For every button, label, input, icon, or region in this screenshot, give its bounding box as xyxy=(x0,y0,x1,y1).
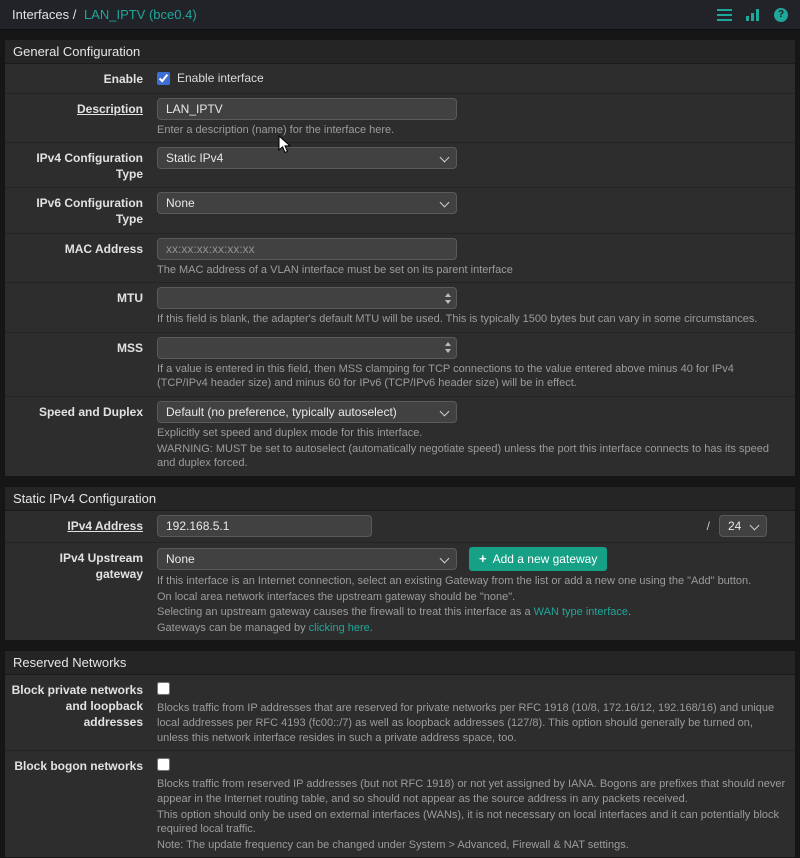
mss-label: MSS xyxy=(116,340,143,355)
gateway-help-4-text: Gateways can be managed by xyxy=(157,621,309,634)
block-private-checkbox[interactable] xyxy=(157,682,170,696)
mss-input[interactable] xyxy=(157,336,457,359)
row-ipv4-address: IPv4 Address / 24 xyxy=(5,511,795,543)
subnet-mask-select[interactable]: 24 xyxy=(719,514,767,537)
chevron-down-icon: None xyxy=(157,547,457,570)
number-stepper-icon[interactable] xyxy=(445,287,451,309)
description-label: Description xyxy=(76,101,143,116)
mac-address-input[interactable] xyxy=(157,237,457,260)
ipv6-type-select[interactable]: None xyxy=(157,192,457,215)
chevron-down-icon: None xyxy=(157,192,457,215)
ipv4-upstream-gateway-label: IPv4 Upstream gateway xyxy=(59,550,143,581)
wan-type-interface-link[interactable]: WAN type interface xyxy=(534,606,628,618)
number-stepper-icon[interactable] xyxy=(445,337,451,359)
add-gateway-button-label: Add a new gateway xyxy=(492,551,598,566)
mtu-label: MTU xyxy=(117,291,143,306)
block-bogon-help-1: Blocks traffic from reserved IP addresse… xyxy=(157,778,786,805)
gateway-help-2: On local area network interfaces the ups… xyxy=(157,590,516,603)
row-enable: Enable Enable interface xyxy=(5,64,795,94)
speed-duplex-warning: WARNING: MUST be set to autoselect (auto… xyxy=(157,442,770,470)
gateway-help-1: If this interface is an Internet connect… xyxy=(157,574,752,587)
block-private-label: Block private networks and loopback addr… xyxy=(11,683,143,729)
row-mtu: MTU If this field is blank, the adapter'… xyxy=(5,283,795,333)
gateway-help-4-period: . xyxy=(369,621,373,634)
enable-label: Enable xyxy=(103,72,143,86)
breadcrumb: Interfaces / LAN_IPTV (bce0.4) xyxy=(12,7,197,22)
row-ipv4-configuration-type: IPv4 Configuration Type Static IPv4 xyxy=(5,143,795,189)
mac-address-help: The MAC address of a VLAN interface must… xyxy=(157,263,513,276)
description-input[interactable] xyxy=(157,97,457,120)
chevron-down-icon: 24 xyxy=(719,514,767,537)
plus-icon: + xyxy=(479,551,487,567)
panel-reserved-title: Reserved Networks xyxy=(5,651,795,676)
block-bogon-help-3: Note: The update frequency can be change… xyxy=(157,838,629,851)
ipv4-address-label: IPv4 Address xyxy=(67,518,143,533)
breadcrumb-interfaces[interactable]: Interfaces / xyxy=(12,7,76,22)
block-bogon-label: Block bogon networks xyxy=(14,759,143,774)
gateway-help-3-text: Selecting an upstream gateway causes the… xyxy=(157,606,534,619)
help-icon[interactable]: ? xyxy=(774,7,788,22)
panel-static-ipv4-title: Static IPv4 Configuration xyxy=(5,486,795,511)
panel-general-configuration: General Configuration Enable Enable inte… xyxy=(4,39,796,477)
block-bogon-checkbox[interactable] xyxy=(157,758,170,772)
speed-duplex-help: Explicitly set speed and duplex mode for… xyxy=(157,427,423,440)
gateway-help-3: Selecting an upstream gateway causes the… xyxy=(157,605,787,620)
row-mss: MSS If a value is entered in this field,… xyxy=(5,333,795,398)
mtu-input[interactable] xyxy=(157,287,457,310)
row-ipv6-configuration-type: IPv6 Configuration Type None xyxy=(5,188,795,234)
page-content: General Configuration Enable Enable inte… xyxy=(0,30,800,858)
ipv4-type-select[interactable]: Static IPv4 xyxy=(157,147,457,170)
panel-reserved-networks: Reserved Networks Block private networks… xyxy=(4,650,796,858)
speed-duplex-label: Speed and Duplex xyxy=(38,405,143,420)
ipv4-address-input[interactable] xyxy=(157,514,372,537)
row-block-bogon-networks: Block bogon networks Blocks traffic from… xyxy=(5,751,795,857)
navbar-icons: ? xyxy=(717,7,788,22)
enable-interface-checkbox[interactable] xyxy=(157,71,170,85)
gateway-help-4: Gateways can be managed by clicking here… xyxy=(157,621,787,636)
chevron-down-icon: Static IPv4 xyxy=(157,147,457,170)
row-mac-address: MAC Address The MAC address of a VLAN in… xyxy=(5,234,795,284)
mss-help: If a value is entered in this field, the… xyxy=(157,362,734,390)
mtu-help: If this field is blank, the adapter's de… xyxy=(157,313,758,326)
block-private-help: Blocks traffic from IP addresses that ar… xyxy=(157,702,775,744)
row-ipv4-upstream-gateway: IPv4 Upstream gateway None + Add a new g… xyxy=(5,543,795,641)
gateway-help-3-period: . xyxy=(628,606,632,619)
enable-interface-checkbox-label: Enable interface xyxy=(177,71,264,85)
subnet-separator: / xyxy=(706,518,710,533)
gateways-clicking-here-link[interactable]: clicking here xyxy=(309,622,370,634)
chevron-down-icon: Default (no preference, typically autose… xyxy=(157,401,457,424)
ipv4-upstream-gateway-select[interactable]: None xyxy=(157,547,457,570)
breadcrumb-current-interface: LAN_IPTV (bce0.4) xyxy=(83,7,197,22)
speed-duplex-select[interactable]: Default (no preference, typically autose… xyxy=(157,401,457,424)
description-help: Enter a description (name) for the inter… xyxy=(157,123,395,136)
ipv4-type-label: IPv4 Configuration Type xyxy=(36,151,143,181)
panel-general-title: General Configuration xyxy=(5,40,795,64)
block-bogon-help-2: This option should only be used on exter… xyxy=(157,808,780,836)
row-description: Description Enter a description (name) f… xyxy=(5,94,795,144)
row-speed-duplex: Speed and Duplex Default (no preference,… xyxy=(5,397,795,476)
ipv6-type-label: IPv6 Configuration Type xyxy=(36,196,143,226)
panel-static-ipv4-configuration: Static IPv4 Configuration IPv4 Address /… xyxy=(4,485,796,642)
chart-icon[interactable] xyxy=(746,8,760,21)
menu-icon[interactable] xyxy=(717,8,732,21)
top-navbar: Interfaces / LAN_IPTV (bce0.4) ? xyxy=(0,0,800,30)
add-gateway-button[interactable]: + Add a new gateway xyxy=(469,546,608,571)
row-block-private-networks: Block private networks and loopback addr… xyxy=(5,675,795,752)
mac-address-label: MAC Address xyxy=(64,241,143,256)
